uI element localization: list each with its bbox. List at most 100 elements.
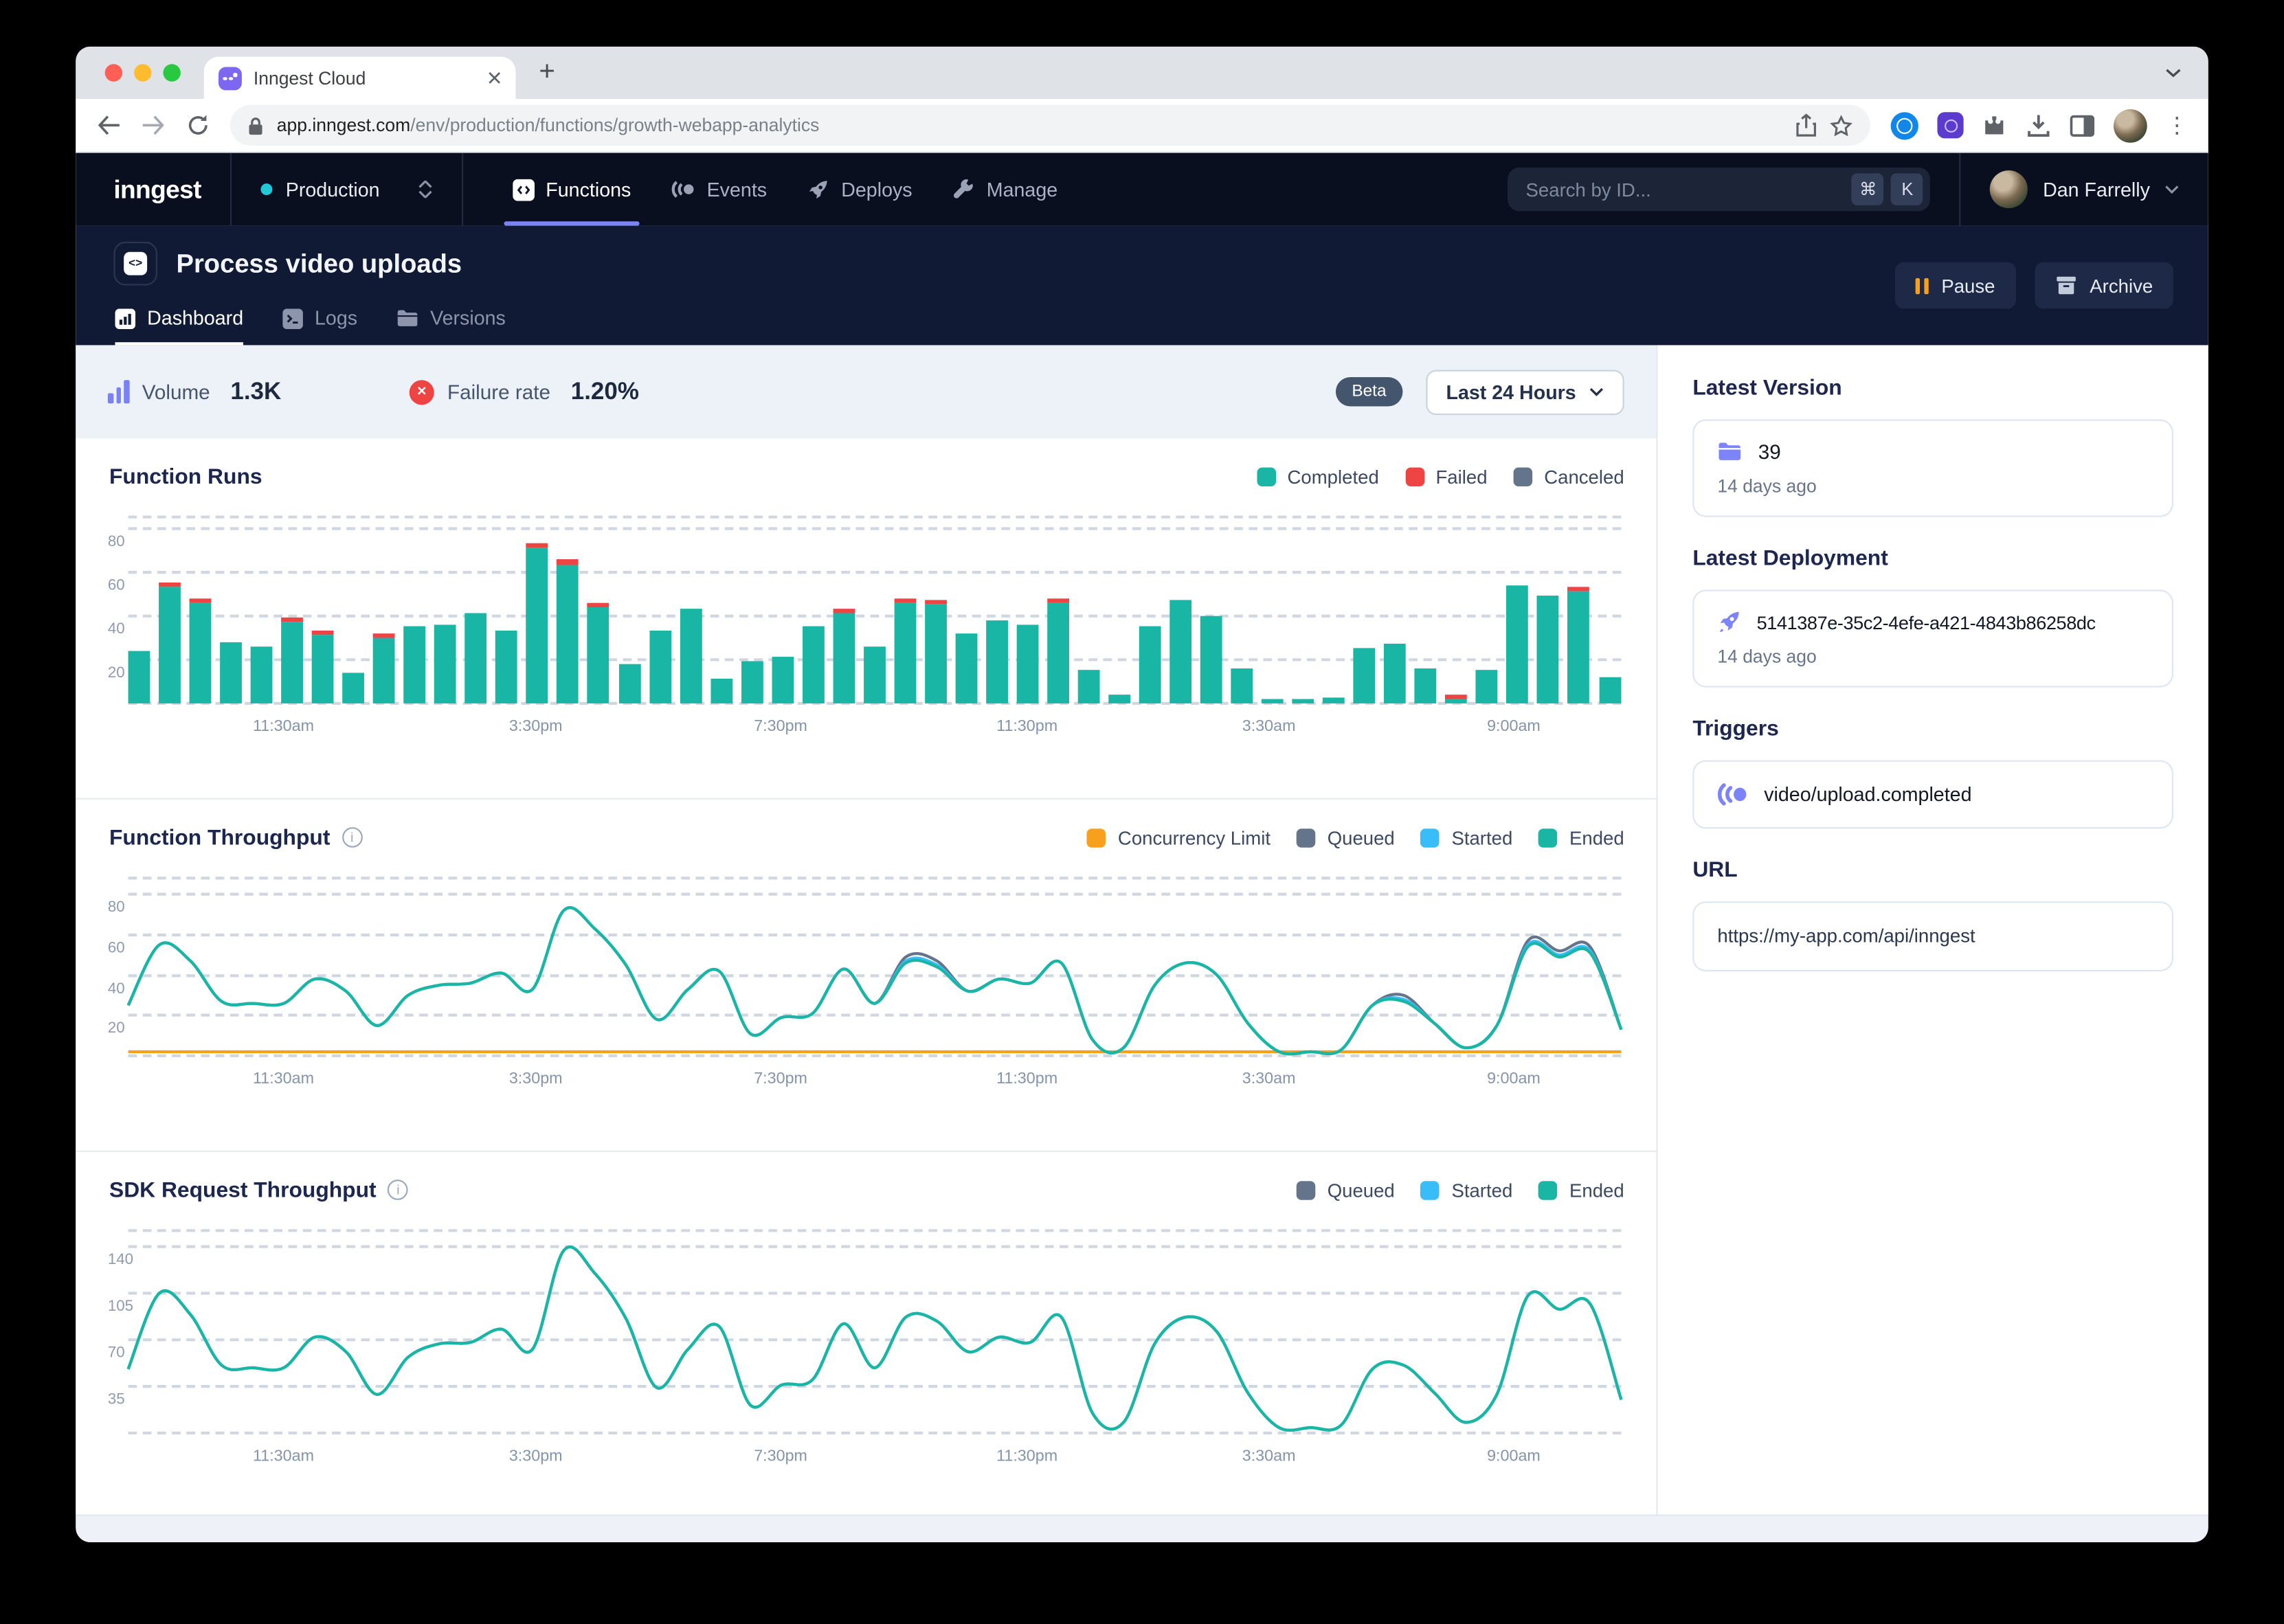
run-bar[interactable] (128, 651, 150, 703)
nav-item-deploys[interactable]: Deploys (787, 153, 933, 226)
browser-tab-strip: Inngest Cloud + (76, 47, 2208, 99)
info-icon[interactable]: i (342, 827, 362, 848)
maximize-window-button[interactable] (163, 64, 180, 81)
minimize-window-button[interactable] (134, 64, 151, 81)
browser-tab[interactable]: Inngest Cloud (204, 57, 516, 99)
archive-button[interactable]: Archive (2035, 262, 2173, 309)
run-bar[interactable] (1292, 699, 1314, 703)
new-tab-button[interactable]: + (539, 57, 555, 89)
latest-version-card[interactable]: 39 14 days ago (1692, 420, 2173, 517)
run-bar[interactable] (1016, 624, 1038, 703)
downloads-icon[interactable] (2026, 113, 2051, 137)
search-input[interactable]: Search by ID... ⌘ K (1508, 168, 1931, 212)
run-bar[interactable] (1599, 677, 1621, 703)
run-bar[interactable] (1169, 600, 1191, 703)
run-bar[interactable] (1047, 598, 1069, 703)
run-bar[interactable] (618, 664, 640, 703)
bars (128, 517, 1622, 703)
run-bar[interactable] (1078, 670, 1100, 703)
run-bar[interactable] (680, 609, 702, 703)
address-bar[interactable]: app.inngest.com/env/production/functions… (230, 105, 1870, 146)
browser-menu-icon[interactable]: ⋮ (2166, 112, 2188, 138)
latest-deployment-card[interactable]: 5141387e-35c2-4efe-a421-4843b86258dc 14 … (1692, 590, 2173, 688)
run-bar[interactable] (864, 646, 886, 703)
run-bar[interactable] (1262, 699, 1284, 703)
run-bar[interactable] (1537, 596, 1559, 703)
sidebar-toggle-icon[interactable] (2070, 114, 2094, 136)
browser-extensions: ⋮ (1891, 109, 2188, 142)
run-bar[interactable] (1507, 585, 1529, 703)
nav-item-functions[interactable]: Functions (492, 153, 651, 226)
run-bar[interactable] (1446, 695, 1468, 703)
info-icon[interactable]: i (388, 1180, 409, 1200)
run-bar[interactable] (190, 598, 212, 703)
run-bar[interactable] (1231, 668, 1253, 703)
tab-search-chevron-icon[interactable] (2164, 67, 2182, 79)
latest-deployment-heading: Latest Deployment (1692, 546, 2173, 571)
run-bar[interactable] (526, 543, 548, 703)
run-bar[interactable] (802, 627, 824, 703)
password-manager-icon[interactable] (1891, 111, 1918, 139)
run-bar[interactable] (373, 633, 395, 703)
share-icon[interactable] (1796, 113, 1817, 137)
run-bar[interactable] (925, 600, 947, 703)
x-axis-label: 3:30pm (509, 1070, 563, 1087)
run-bar[interactable] (1323, 697, 1345, 703)
run-bar[interactable] (220, 642, 242, 703)
forward-icon[interactable] (142, 113, 166, 137)
nav-item-manage[interactable]: Manage (932, 153, 1078, 226)
url-card[interactable]: https://my-app.com/api/inngest (1692, 901, 2173, 971)
tab-dashboard[interactable]: Dashboard (115, 291, 243, 345)
environment-selector[interactable]: Production (261, 153, 432, 226)
user-menu[interactable]: Dan Farrelly (1960, 153, 2179, 226)
run-bar[interactable] (404, 627, 426, 703)
run-bar[interactable] (955, 633, 977, 703)
function-url-value: https://my-app.com/api/inngest (1717, 925, 1975, 947)
run-bar[interactable] (1415, 668, 1437, 703)
tab-logs[interactable]: Logs (282, 291, 357, 345)
run-bar[interactable] (1568, 587, 1590, 703)
run-bar[interactable] (1385, 644, 1407, 703)
run-bar[interactable] (833, 609, 855, 703)
back-icon[interactable] (96, 113, 121, 137)
legend-item: Started (1421, 826, 1512, 848)
run-bar[interactable] (894, 598, 916, 703)
puzzle-extensions-icon[interactable] (1982, 113, 2007, 137)
pause-button[interactable]: Pause (1894, 262, 2015, 309)
run-bar[interactable] (251, 646, 273, 703)
run-bar[interactable] (649, 631, 671, 703)
run-bar[interactable] (159, 583, 181, 703)
run-bar[interactable] (312, 631, 334, 703)
tab-title: Inngest Cloud (254, 68, 476, 89)
run-bar[interactable] (1200, 616, 1222, 703)
bookmark-star-icon[interactable] (1830, 114, 1853, 136)
trigger-card[interactable]: video/upload.completed (1692, 760, 2173, 829)
run-bar[interactable] (710, 679, 732, 703)
run-bar[interactable] (1108, 695, 1130, 703)
close-window-button[interactable] (105, 64, 122, 81)
range-chevron-down-icon (1589, 387, 1604, 396)
extension-app-icon[interactable] (1937, 112, 1963, 138)
run-bar[interactable] (772, 657, 794, 703)
run-bar[interactable] (496, 631, 518, 703)
run-bar[interactable] (587, 602, 609, 703)
run-bar[interactable] (557, 559, 579, 703)
close-tab-icon[interactable] (488, 71, 501, 84)
tab-versions[interactable]: Versions (396, 291, 506, 345)
reload-icon[interactable] (186, 113, 210, 137)
time-range-select[interactable]: Last 24 Hours (1426, 369, 1624, 414)
nav-item-events[interactable]: Events (651, 153, 787, 226)
function-runs-title: Function Runs (109, 464, 262, 488)
run-bar[interactable] (741, 662, 763, 703)
run-bar[interactable] (1139, 627, 1161, 703)
run-bar[interactable] (281, 618, 303, 703)
run-bar[interactable] (343, 673, 365, 703)
run-bar[interactable] (986, 620, 1008, 703)
browser-profile-avatar[interactable] (2114, 109, 2147, 142)
inngest-logo[interactable]: inngest (113, 174, 201, 205)
window-controls[interactable] (105, 64, 181, 81)
run-bar[interactable] (434, 624, 456, 703)
run-bar[interactable] (1354, 649, 1376, 703)
run-bar[interactable] (1476, 670, 1498, 703)
run-bar[interactable] (465, 613, 487, 703)
